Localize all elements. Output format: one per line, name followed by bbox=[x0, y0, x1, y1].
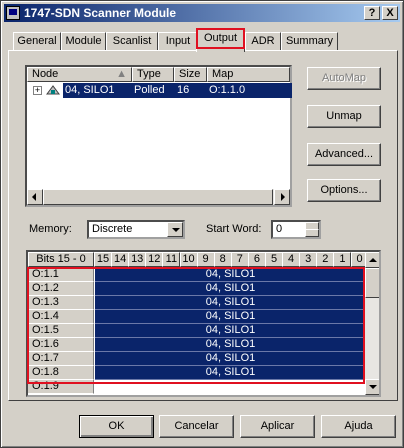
automap-button[interactable]: AutoMap bbox=[307, 67, 381, 90]
bit-header: 14 bbox=[111, 252, 130, 267]
column-header-size[interactable]: Size bbox=[174, 67, 207, 82]
device-map: O:1.1.0 bbox=[209, 84, 246, 96]
arrow-left-icon bbox=[32, 193, 36, 201]
arrow-down-icon bbox=[369, 385, 377, 389]
help-title-button[interactable]: ? bbox=[364, 6, 380, 20]
bit-header: 1 bbox=[333, 252, 352, 267]
app-icon bbox=[6, 6, 20, 20]
tab-general[interactable]: General bbox=[13, 32, 61, 51]
column-header-map[interactable]: Map bbox=[207, 67, 290, 82]
options-button[interactable]: Options... bbox=[307, 179, 381, 202]
device-list[interactable]: Node ▲ Type Size Map + 04, SILO1 Polled … bbox=[25, 65, 292, 207]
scroll-up-button[interactable] bbox=[365, 252, 379, 268]
window-title: 1747-SDN Scanner Module bbox=[24, 6, 177, 20]
arrow-up-icon bbox=[369, 258, 377, 262]
arrow-right-icon bbox=[281, 193, 285, 201]
scroll-right-button[interactable] bbox=[274, 189, 290, 205]
tab-adr[interactable]: ADR bbox=[245, 32, 281, 51]
bit-header: 2 bbox=[316, 252, 335, 267]
column-header-type[interactable]: Type bbox=[132, 67, 174, 82]
bit-header: 12 bbox=[145, 252, 164, 267]
bit-header: 4 bbox=[282, 252, 301, 267]
device-size: 16 bbox=[177, 84, 190, 96]
bit-header: 5 bbox=[265, 252, 283, 267]
tab-input[interactable]: Input bbox=[158, 32, 198, 51]
cancel-button[interactable]: Cancelar bbox=[159, 415, 234, 438]
memory-label: Memory: bbox=[29, 223, 72, 235]
scroll-left-button[interactable] bbox=[27, 189, 43, 205]
bit-header: 7 bbox=[230, 252, 249, 267]
scroll-down-button[interactable] bbox=[365, 379, 379, 395]
sort-arrow-icon: ▲ bbox=[116, 68, 127, 80]
bit-header: 8 bbox=[213, 252, 232, 267]
network-device-icon bbox=[45, 83, 61, 98]
close-title-button[interactable]: X bbox=[382, 6, 398, 20]
bit-header: 9 bbox=[196, 252, 215, 267]
expand-icon[interactable]: + bbox=[33, 86, 42, 95]
device-row[interactable]: + 04, SILO1 Polled 16 O:1.1.0 bbox=[29, 83, 292, 98]
tab-scanlist[interactable]: Scanlist bbox=[106, 32, 158, 51]
output-tab-highlight bbox=[196, 28, 245, 49]
bits-header: Bits 15 - 0 bbox=[28, 252, 94, 267]
ok-button[interactable]: OK bbox=[79, 415, 154, 438]
bit-header: 3 bbox=[299, 252, 318, 267]
title-bar: 1747-SDN Scanner Module ? X bbox=[4, 4, 400, 22]
vertical-scrollbar[interactable] bbox=[365, 252, 379, 395]
memory-select[interactable]: Discrete bbox=[87, 220, 185, 239]
bit-header: 6 bbox=[247, 252, 266, 267]
horizontal-scrollbar[interactable] bbox=[27, 189, 290, 205]
tab-module[interactable]: Module bbox=[61, 32, 106, 51]
bit-header: 10 bbox=[179, 252, 198, 267]
column-header-node[interactable]: Node ▲ bbox=[27, 67, 132, 82]
spin-down-icon[interactable] bbox=[305, 229, 319, 237]
start-word-label: Start Word: bbox=[206, 223, 262, 235]
unmap-button[interactable]: Unmap bbox=[307, 105, 381, 128]
advanced-button[interactable]: Advanced... bbox=[307, 143, 381, 166]
help-button[interactable]: Ajuda bbox=[321, 415, 396, 438]
chevron-down-icon[interactable] bbox=[167, 222, 183, 237]
scroll-thumb[interactable] bbox=[43, 189, 273, 205]
scroll-thumb-vertical[interactable] bbox=[365, 268, 379, 298]
apply-button[interactable]: Aplicar bbox=[240, 415, 315, 438]
mapped-rows-highlight bbox=[27, 267, 365, 384]
tab-summary[interactable]: Summary bbox=[281, 32, 338, 51]
start-word-spinner[interactable]: 0 bbox=[271, 220, 321, 239]
device-type: Polled bbox=[134, 84, 165, 96]
device-node-name: 04, SILO1 bbox=[65, 84, 115, 96]
scanner-module-dialog: 1747-SDN Scanner Module ? X General Modu… bbox=[0, 0, 404, 448]
bit-header: 11 bbox=[162, 252, 181, 267]
bit-header: 13 bbox=[128, 252, 147, 267]
bit-header: 15 bbox=[94, 252, 112, 267]
